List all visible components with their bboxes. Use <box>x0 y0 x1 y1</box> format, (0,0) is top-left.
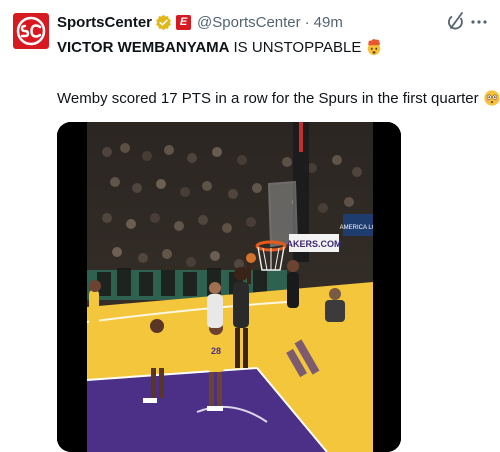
post: SportsCenter E @SportsCenter · 49m VICTO… <box>0 0 500 452</box>
handle[interactable]: @SportsCenter <box>197 14 301 31</box>
post-body: Wemby scored 17 PTS in a row for the Spu… <box>57 89 500 107</box>
post-headline: VICTOR WEMBANYAMA IS UNSTOPPABLE <box>57 38 383 56</box>
post-body-text: Wemby scored 17 PTS in a row for the Spu… <box>57 89 479 107</box>
flushed-face-emoji-icon <box>483 90 500 106</box>
post-video[interactable]: AKERS.COM AMERICA LO 28 <box>57 122 401 452</box>
separator: · <box>304 13 310 31</box>
more-options-icon[interactable] <box>468 11 490 33</box>
sportscenter-logo-icon <box>16 16 46 46</box>
score-screen-text: AMERICA LO <box>340 225 377 231</box>
display-name[interactable]: SportsCenter <box>57 14 152 31</box>
basketball-game-frame: AKERS.COM AMERICA LO 28 <box>57 122 401 452</box>
espn-affiliate-badge[interactable]: E <box>176 14 192 30</box>
grok-icon[interactable] <box>446 11 466 33</box>
headline-rest: IS UNSTOPPABLE <box>233 38 362 56</box>
headline-bold: VICTOR WEMBANYAMA <box>57 38 230 56</box>
post-header: SportsCenter E @SportsCenter · 49m <box>57 11 343 33</box>
sportscenter-avatar[interactable] <box>13 13 49 49</box>
exploding-head-emoji-icon <box>368 39 381 56</box>
timestamp[interactable]: 49m <box>314 14 343 31</box>
gold-verified-check-icon[interactable] <box>155 14 172 31</box>
arena-signage-text: AKERS.COM <box>286 239 341 249</box>
jersey-number-text: 28 <box>211 346 221 356</box>
